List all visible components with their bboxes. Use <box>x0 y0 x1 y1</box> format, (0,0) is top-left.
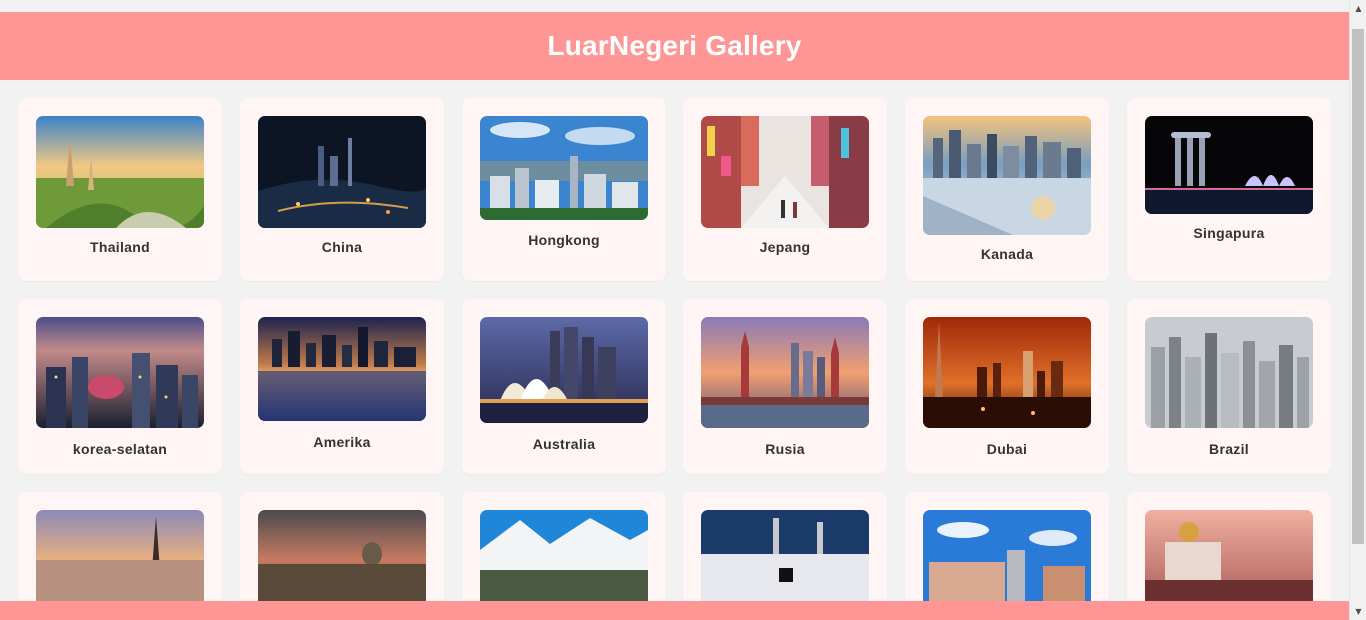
card-label: Jepang <box>759 239 811 255</box>
thailand-photo[interactable] <box>36 116 204 228</box>
card-label: Dubai <box>986 441 1028 457</box>
card-label: Amerika <box>313 434 371 450</box>
card-label: Hongkong <box>528 232 600 248</box>
dubai-photo[interactable] <box>923 317 1091 428</box>
gallery-card-thailand[interactable]: Thailand <box>18 98 222 281</box>
mumbai-photo[interactable] <box>923 510 1091 610</box>
gallery-card-amerika[interactable]: Amerika <box>240 299 444 474</box>
rusia-photo[interactable] <box>701 317 869 428</box>
brazil-photo[interactable] <box>1145 317 1313 428</box>
card-label: Rusia <box>765 441 805 457</box>
amerika-photo[interactable] <box>258 317 426 421</box>
gallery-card-singapura[interactable]: Singapura <box>1127 98 1331 281</box>
page: LuarNegeri Gallery Thailand China Hongko… <box>0 0 1349 620</box>
page-title: LuarNegeri Gallery <box>547 30 802 61</box>
vatican-photo[interactable] <box>258 510 426 610</box>
scroll-up-icon[interactable]: ▲ <box>1350 0 1366 17</box>
card-label: Kanada <box>980 246 1034 262</box>
site-footer <box>0 601 1349 620</box>
gallery-card-hongkong[interactable]: Hongkong <box>462 98 666 281</box>
scrollbar-thumb[interactable] <box>1352 29 1364 544</box>
card-label: Australia <box>532 436 596 452</box>
gallery-card-kanada[interactable]: Kanada <box>905 98 1109 281</box>
card-label: Singapura <box>1193 225 1265 241</box>
mecca-photo[interactable] <box>701 510 869 610</box>
brunei-photo[interactable] <box>1145 510 1313 610</box>
vertical-scrollbar[interactable]: ▲ ▼ <box>1349 0 1366 620</box>
gallery-card-dubai[interactable]: Dubai <box>905 299 1109 474</box>
top-strip <box>0 0 1349 12</box>
hongkong-photo[interactable] <box>480 116 648 220</box>
kanada-photo[interactable] <box>923 116 1091 235</box>
gallery-card-brazil[interactable]: Brazil <box>1127 299 1331 474</box>
jepang-photo[interactable] <box>701 116 869 228</box>
china-photo[interactable] <box>258 116 426 228</box>
paris-photo[interactable] <box>36 510 204 610</box>
gallery-card-jepang[interactable]: Jepang <box>683 98 887 281</box>
gallery-card-china[interactable]: China <box>240 98 444 281</box>
card-label: Brazil <box>1209 441 1249 457</box>
gallery-card-rusia[interactable]: Rusia <box>683 299 887 474</box>
site-header: LuarNegeri Gallery <box>0 12 1349 80</box>
gallery-card-australia[interactable]: Australia <box>462 299 666 474</box>
singapura-photo[interactable] <box>1145 116 1313 214</box>
gallery-card-korea-selatan[interactable]: korea-selatan <box>18 299 222 474</box>
switzerland-photo[interactable] <box>480 510 648 610</box>
korea-selatan-photo[interactable] <box>36 317 204 428</box>
scroll-down-icon[interactable]: ▼ <box>1350 603 1366 620</box>
card-label: Thailand <box>90 239 150 255</box>
card-label: China <box>321 239 363 255</box>
card-label: korea-selatan <box>72 441 168 457</box>
australia-photo[interactable] <box>480 317 648 423</box>
